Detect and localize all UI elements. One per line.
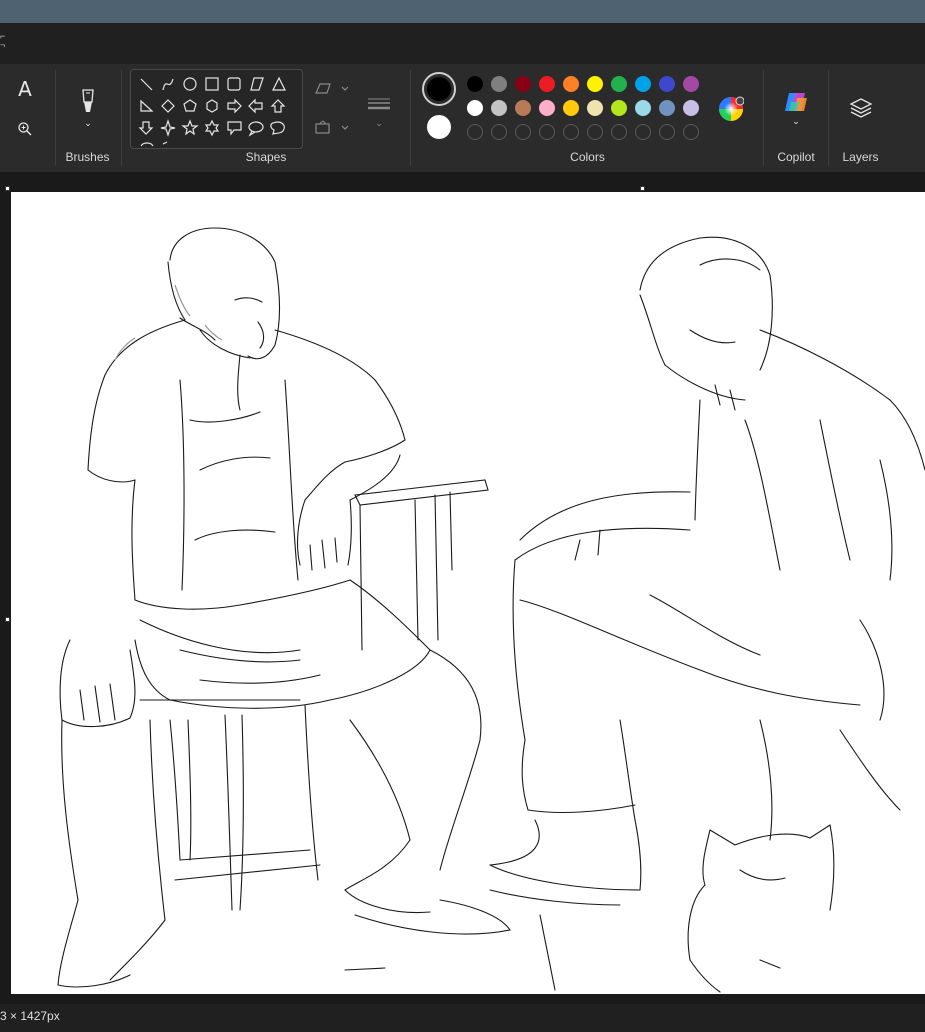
menu-bar (0, 23, 925, 64)
image-dimensions: 3 × 1427px (0, 1009, 60, 1023)
color-swatch[interactable] (683, 100, 699, 116)
custom-color-slot[interactable] (635, 124, 651, 140)
chevron-down-icon: ⌄ (792, 115, 800, 126)
magnifier-icon[interactable] (12, 116, 38, 142)
chevron-down-icon: ⌄ (84, 117, 92, 128)
color-swatch[interactable] (563, 100, 579, 116)
layers-icon[interactable] (846, 94, 876, 122)
color-picker-wheel-icon[interactable] (716, 94, 746, 124)
color-swatch[interactable] (515, 100, 531, 116)
primary-color[interactable] (422, 72, 456, 106)
brush-icon[interactable]: ⌄ (72, 84, 104, 132)
shapes-label: Shapes (245, 150, 287, 164)
color-swatch[interactable] (659, 76, 675, 92)
color-swatch[interactable] (587, 100, 603, 116)
color-swatch[interactable] (491, 76, 507, 92)
shape-outline-icon[interactable] (312, 78, 352, 100)
shape-fill-icon[interactable] (312, 117, 352, 139)
copilot-icon[interactable]: ⌄ (780, 88, 812, 128)
custom-color-slot[interactable] (563, 124, 579, 140)
custom-color-slot[interactable] (587, 124, 603, 140)
color-swatch[interactable] (515, 76, 531, 92)
color-swatch[interactable] (539, 76, 555, 92)
primary-color-fill (427, 77, 451, 101)
custom-color-slot[interactable] (491, 124, 507, 140)
separator (55, 70, 56, 166)
custom-color-slot[interactable] (515, 124, 531, 140)
color-swatch[interactable] (539, 100, 555, 116)
color-swatch[interactable] (467, 76, 483, 92)
color-swatch[interactable] (467, 100, 483, 116)
menu-edge-icon[interactable]: ⌐ ¬ (0, 32, 5, 50)
separator (410, 70, 411, 166)
colors-label: Colors (570, 150, 605, 164)
color-swatch[interactable] (587, 76, 603, 92)
color-swatch[interactable] (635, 76, 651, 92)
shapes-icons (138, 76, 286, 147)
stroke-size-icon[interactable]: ⌄ (362, 88, 396, 136)
color-swatch[interactable] (683, 76, 699, 92)
color-swatch[interactable] (563, 76, 579, 92)
separator (121, 70, 122, 166)
sketch-artwork (57, 227, 925, 993)
color-swatch[interactable] (491, 100, 507, 116)
resize-handle[interactable] (5, 617, 10, 622)
color-swatch[interactable] (635, 100, 651, 116)
custom-color-slot[interactable] (539, 124, 555, 140)
brushes-label: Brushes (65, 150, 110, 164)
custom-color-slot[interactable] (611, 124, 627, 140)
color-swatch[interactable] (659, 100, 675, 116)
custom-color-slot[interactable] (467, 124, 483, 140)
separator (763, 70, 764, 166)
color-swatch[interactable] (611, 100, 627, 116)
custom-color-slot[interactable] (683, 124, 699, 140)
text-tool[interactable]: A (10, 74, 40, 104)
layers-label: Layers (842, 150, 879, 164)
chevron-down-icon: ⌄ (375, 117, 383, 128)
separator (828, 70, 829, 166)
copilot-label: Copilot (777, 150, 815, 164)
custom-color-slot[interactable] (659, 124, 675, 140)
color-swatch[interactable] (611, 76, 627, 92)
drawing-canvas[interactable] (11, 192, 925, 994)
resize-handle[interactable] (5, 186, 10, 191)
status-bar (0, 1004, 925, 1032)
secondary-color[interactable] (427, 115, 451, 139)
shapes-gallery[interactable] (130, 69, 303, 149)
resize-handle[interactable] (640, 186, 645, 191)
title-bar (0, 0, 925, 23)
